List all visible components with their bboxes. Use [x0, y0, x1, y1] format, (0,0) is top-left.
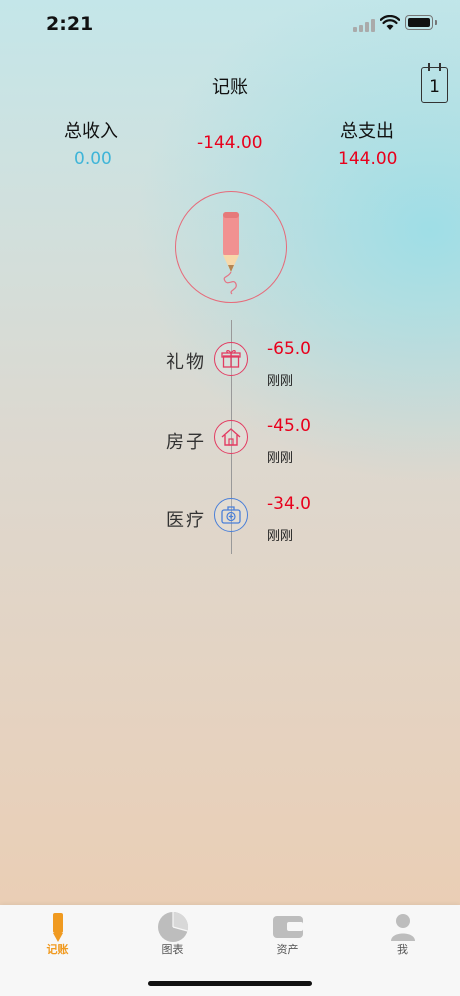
- entry-amount: -34.0: [267, 494, 311, 514]
- page-title: 记账: [212, 77, 248, 98]
- expense-label: 总支出: [340, 121, 394, 142]
- balance-value: -144.00: [197, 133, 263, 153]
- tab-label: 资产: [276, 943, 299, 956]
- entry-amount: -65.0: [267, 339, 311, 359]
- gift-icon: [214, 342, 248, 376]
- expense-value: 144.00: [338, 149, 398, 169]
- pie-chart-icon: [158, 911, 189, 942]
- entry-time: 刚刚: [267, 374, 294, 389]
- house-icon: [214, 420, 248, 454]
- entry-category: 礼物: [166, 352, 206, 373]
- home-indicator: [148, 981, 312, 986]
- entry-time: 刚刚: [267, 451, 294, 466]
- signal-icon: [353, 18, 375, 32]
- tab-profile[interactable]: 我: [345, 905, 460, 975]
- wallet-icon: [273, 916, 303, 938]
- person-icon: [391, 914, 415, 941]
- tab-label: 我: [397, 943, 408, 956]
- tab-assets[interactable]: 资产: [230, 905, 345, 975]
- wifi-icon: [380, 15, 400, 30]
- tab-label: 记账: [46, 943, 69, 956]
- screen: 2:21 记账 1 总收入 0.00 -144.00 总支出 144.00 礼物: [0, 0, 460, 996]
- calendar-button[interactable]: 1: [421, 63, 448, 103]
- entry-time: 刚刚: [267, 529, 294, 544]
- pencil-icon: [53, 913, 63, 942]
- tab-record[interactable]: 记账: [0, 905, 115, 975]
- battery-icon: [405, 15, 437, 30]
- tab-label: 图表: [161, 943, 184, 956]
- pencil-icon: [223, 212, 239, 295]
- add-record-button[interactable]: [175, 191, 287, 303]
- entry-category: 房子: [166, 432, 206, 453]
- status-bar: 2:21: [0, 0, 460, 50]
- income-value: 0.00: [74, 149, 112, 169]
- entry-amount: -45.0: [267, 416, 311, 436]
- medical-kit-icon: [214, 498, 248, 532]
- tab-chart[interactable]: 图表: [115, 905, 230, 975]
- status-time: 2:21: [46, 13, 94, 35]
- income-label: 总收入: [64, 121, 118, 142]
- entry-category: 医疗: [166, 510, 206, 531]
